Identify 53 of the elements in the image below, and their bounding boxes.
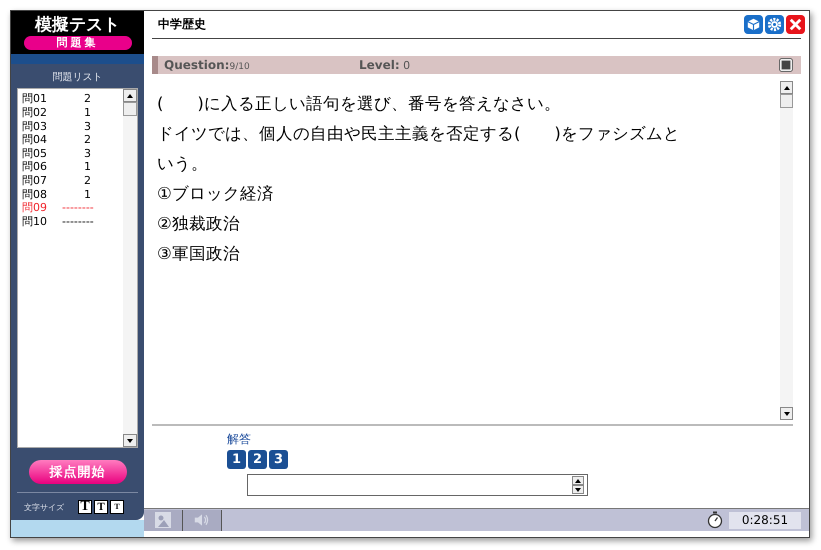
question-text: ①ブロック経済 bbox=[157, 183, 275, 205]
image-icon bbox=[155, 512, 171, 528]
scrollbar[interactable] bbox=[123, 89, 137, 448]
spin-buttons[interactable] bbox=[572, 476, 584, 494]
answer-choice-button[interactable]: 2 bbox=[248, 450, 267, 469]
image-button[interactable] bbox=[144, 510, 183, 530]
question-list-item[interactable]: 問03 3 bbox=[22, 120, 121, 134]
question-list-item[interactable]: 問01 2 bbox=[22, 92, 121, 106]
answer-choice-button[interactable]: 3 bbox=[269, 450, 288, 469]
up-arrow-icon[interactable] bbox=[784, 86, 790, 90]
answer-choice-button[interactable]: 1 bbox=[227, 450, 246, 469]
scroll-thumb[interactable] bbox=[123, 102, 137, 116]
question-list-item[interactable]: 問02 1 bbox=[22, 106, 121, 120]
stopwatch-icon bbox=[707, 511, 723, 529]
close-icon[interactable] bbox=[786, 15, 805, 34]
question-list-item[interactable]: 問07 2 bbox=[22, 174, 121, 188]
font-size-button[interactable]: T bbox=[110, 500, 124, 514]
cube-icon[interactable] bbox=[744, 15, 763, 34]
panel-title: 問題リスト bbox=[52, 71, 104, 84]
speaker-icon bbox=[194, 512, 210, 528]
down-arrow-icon[interactable] bbox=[127, 438, 133, 443]
subject-title: 中学歴史 bbox=[157, 16, 206, 33]
scroll-thumb[interactable] bbox=[780, 94, 793, 108]
level-label: Level: 0 bbox=[359, 58, 412, 72]
question-text: ( )に入る正しい語句を選び、番号を答えなさい。 bbox=[157, 93, 562, 115]
question-text: ②独裁政治 bbox=[157, 213, 241, 235]
logo-title: 模擬テスト bbox=[35, 15, 120, 36]
question-text: いう。 bbox=[157, 153, 209, 175]
calculator-icon[interactable] bbox=[779, 58, 793, 72]
question-list-item[interactable]: 問09 -------- bbox=[22, 201, 121, 215]
logo-subtitle: 問題集 bbox=[24, 36, 132, 50]
sound-button[interactable] bbox=[183, 510, 222, 530]
timer: 0:28:51 bbox=[729, 512, 801, 528]
answer-label: 解答 bbox=[227, 431, 252, 448]
up-arrow-icon[interactable] bbox=[127, 94, 133, 98]
scrollbar[interactable] bbox=[780, 81, 793, 420]
question-list-item[interactable]: 問10 -------- bbox=[22, 214, 121, 228]
grade-button[interactable]: 採点開始 bbox=[28, 460, 126, 484]
up-arrow-icon[interactable] bbox=[575, 478, 581, 482]
question-list-item[interactable]: 問04 2 bbox=[22, 133, 121, 147]
down-arrow-icon[interactable] bbox=[784, 412, 790, 416]
question-list-item[interactable]: 問06 1 bbox=[22, 160, 121, 174]
font-size-button[interactable]: T bbox=[94, 500, 108, 514]
question-text: ドイツでは、個人の自由や民主主義を否定する( )をファシズムと bbox=[157, 123, 681, 145]
down-arrow-icon[interactable] bbox=[575, 488, 581, 492]
question-text: ③軍国政治 bbox=[157, 243, 241, 265]
answer-field[interactable] bbox=[247, 474, 588, 496]
settings-icon[interactable] bbox=[765, 15, 784, 34]
font-size-label: 文字サイズ bbox=[23, 502, 65, 513]
font-size-button[interactable]: T bbox=[78, 500, 92, 514]
question-list-item[interactable]: 問05 3 bbox=[22, 146, 121, 160]
question-list-item[interactable]: 問08 1 bbox=[22, 188, 121, 202]
question-number: Question:9/10 bbox=[164, 58, 251, 72]
